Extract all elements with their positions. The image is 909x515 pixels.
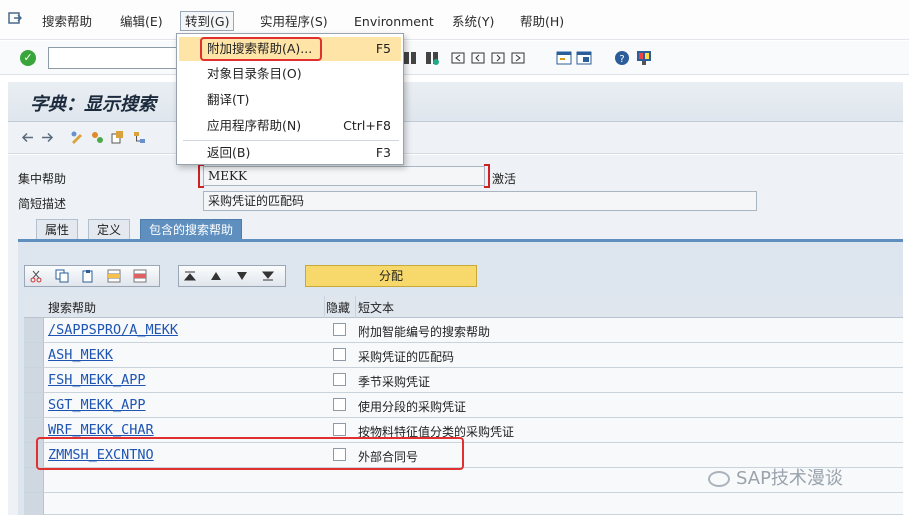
- short-text: 使用分段的采购凭证: [358, 400, 467, 414]
- table-row[interactable]: ASH_MEKK 采购凭证的匹配码: [24, 343, 903, 368]
- menu-help[interactable]: 帮助(H): [516, 12, 568, 32]
- menu-goto[interactable]: 转到(G): [180, 11, 235, 31]
- status-text: 激活: [492, 172, 517, 186]
- cut-icon[interactable]: [29, 269, 43, 283]
- menu-item-label: 返回(B): [207, 145, 251, 160]
- menu-item-object-directory-entry[interactable]: 对象目录条目(O): [179, 62, 401, 86]
- row-selector[interactable]: [24, 393, 44, 417]
- command-field[interactable]: [48, 47, 188, 69]
- svg-text:?: ?: [619, 54, 624, 65]
- wechat-logo-icon: [708, 471, 730, 487]
- create-session-icon[interactable]: [556, 50, 572, 66]
- next-page-icon[interactable]: [490, 50, 506, 66]
- row-selector[interactable]: [24, 368, 44, 392]
- tab-attributes[interactable]: 属性: [36, 219, 79, 239]
- previous-page-icon[interactable]: [470, 50, 486, 66]
- short-description-label: 简短描述: [18, 197, 67, 211]
- assign-button[interactable]: 分配: [305, 265, 477, 287]
- collective-help-label: 集中帮助: [18, 172, 67, 186]
- search-help-link[interactable]: /SAPPSPRO/A_MEKK: [48, 322, 178, 338]
- exit-icon[interactable]: [8, 12, 22, 25]
- menu-item-application-help[interactable]: 应用程序帮助(N) Ctrl+F8: [179, 114, 401, 138]
- paste-icon[interactable]: [81, 269, 95, 283]
- where-used-icon[interactable]: [110, 130, 125, 145]
- standard-toolbar: ✓ ?: [0, 41, 909, 75]
- hierarchy-icon[interactable]: [132, 130, 147, 145]
- copy-icon[interactable]: [55, 269, 69, 283]
- menu-search-help[interactable]: 搜索帮助: [38, 12, 96, 32]
- short-description-field[interactable]: 采购凭证的匹配码: [203, 191, 757, 211]
- menu-item-shortcut: Ctrl+F8: [343, 118, 391, 133]
- title-bar: 字典：显示搜索: [8, 82, 903, 122]
- first-page-icon[interactable]: [450, 50, 466, 66]
- enter-icon[interactable]: ✓: [20, 50, 36, 66]
- required-mark-left: [198, 164, 204, 188]
- forward-arrow-icon[interactable]: [40, 130, 55, 145]
- menu-item-shortcut: F3: [375, 145, 391, 160]
- search-help-link[interactable]: FSH_MEKK_APP: [48, 372, 146, 388]
- hidden-checkbox[interactable]: [333, 398, 346, 411]
- hidden-checkbox[interactable]: [333, 423, 346, 436]
- menu-item-label: 翻译(T): [207, 92, 250, 107]
- menu-environment[interactable]: Environment: [350, 12, 438, 32]
- watermark: SAP技术漫谈: [708, 464, 843, 490]
- hidden-checkbox[interactable]: [333, 348, 346, 361]
- search-help-link[interactable]: SGT_MEKK_APP: [48, 397, 146, 413]
- menu-item-back[interactable]: 返回(B) F3: [179, 141, 401, 165]
- insert-row-icon[interactable]: [107, 269, 121, 283]
- table-row[interactable]: /SAPPSPRO/A_MEKK 附加智能编号的搜索帮助: [24, 318, 903, 343]
- table-row[interactable]: FSH_MEKK_APP 季节采购凭证: [24, 368, 903, 393]
- menu-utilities[interactable]: 实用程序(S): [256, 12, 332, 32]
- activate-icon[interactable]: [90, 130, 105, 145]
- search-help-link[interactable]: ASH_MEKK: [48, 347, 113, 363]
- header-short-text[interactable]: 短文本: [358, 299, 394, 316]
- move-bottom-icon[interactable]: [261, 270, 275, 282]
- table-row[interactable]: SGT_MEKK_APP 使用分段的采购凭证: [24, 393, 903, 418]
- short-text: 采购凭证的匹配码: [358, 350, 455, 364]
- row-selector[interactable]: [24, 318, 44, 342]
- application-toolbar: [8, 122, 903, 154]
- page-title: 字典：显示搜索: [30, 94, 156, 115]
- back-arrow-icon[interactable]: [20, 130, 35, 145]
- table-row-empty[interactable]: [24, 493, 903, 515]
- menu-item-translate[interactable]: 翻译(T): [179, 88, 401, 112]
- move-down-icon[interactable]: [235, 270, 249, 282]
- menu-item-label: 应用程序帮助(N): [207, 118, 302, 133]
- customize-layout-icon[interactable]: [636, 50, 652, 66]
- menu-edit[interactable]: 编辑(E): [116, 12, 167, 32]
- find-next-icon[interactable]: [424, 50, 440, 66]
- watermark-text: SAP技术漫谈: [736, 468, 843, 489]
- table-header: 搜索帮助 隐藏 短文本: [24, 296, 903, 318]
- required-mark-right: [484, 164, 490, 188]
- menu-bar: 搜索帮助 编辑(E) 转到(G) 实用程序(S) Environment 系统(…: [0, 0, 909, 40]
- menu-system[interactable]: 系统(Y): [448, 12, 498, 32]
- row-selector[interactable]: [24, 468, 44, 492]
- search-help-link[interactable]: WRF_MEKK_CHAR: [48, 422, 154, 438]
- collective-help-field[interactable]: MEKK: [203, 166, 485, 186]
- short-text: 附加智能编号的搜索帮助: [358, 325, 491, 339]
- delete-row-icon[interactable]: [133, 269, 147, 283]
- last-page-icon[interactable]: [510, 50, 526, 66]
- table-move-toolbar: [178, 265, 286, 287]
- hidden-checkbox[interactable]: [333, 323, 346, 336]
- table-edit-toolbar: [24, 265, 160, 287]
- move-up-icon[interactable]: [209, 270, 223, 282]
- annotation-highlight-menu-item: [200, 37, 322, 61]
- header-hidden[interactable]: 隐藏: [326, 299, 350, 316]
- menu-item-shortcut: F5: [375, 41, 391, 56]
- hidden-checkbox[interactable]: [333, 373, 346, 386]
- row-selector[interactable]: [24, 343, 44, 367]
- find-icon[interactable]: [402, 50, 418, 66]
- move-top-icon[interactable]: [183, 270, 197, 282]
- tab-definition[interactable]: 定义: [88, 219, 131, 239]
- tab-included-search-helps[interactable]: 包含的搜索帮助: [140, 219, 243, 239]
- display-change-icon[interactable]: [70, 130, 85, 145]
- menu-item-label: 对象目录条目(O): [207, 66, 302, 81]
- row-selector[interactable]: [24, 493, 44, 515]
- help-icon[interactable]: ?: [614, 50, 630, 66]
- short-text: 季节采购凭证: [358, 375, 431, 389]
- shortcut-icon[interactable]: [576, 50, 592, 66]
- header-search-help[interactable]: 搜索帮助: [48, 299, 96, 316]
- annotation-highlight-row: [36, 437, 464, 470]
